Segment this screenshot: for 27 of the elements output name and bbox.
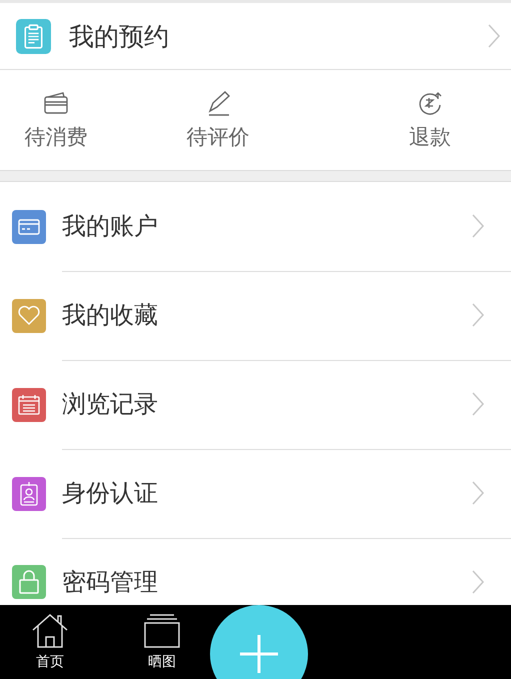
- status-shortcut[interactable]: 待消费: [0, 70, 137, 170]
- menu-item[interactable]: 我的账户: [0, 182, 511, 271]
- plus-icon: [239, 634, 279, 674]
- home-icon: [30, 613, 70, 649]
- section-title: 我的预约: [69, 20, 170, 52]
- menu-item[interactable]: 我的收藏: [0, 271, 511, 360]
- menu-label: 我的收藏: [62, 300, 159, 331]
- tab-item[interactable]: 首页: [10, 613, 90, 671]
- chevron-icon: [487, 23, 501, 49]
- menu-item[interactable]: 浏览记录: [0, 360, 511, 449]
- chevron-icon: [471, 302, 485, 328]
- menu-label: 我的账户: [62, 211, 159, 242]
- menu-item[interactable]: 身份认证: [0, 449, 511, 538]
- tab-item[interactable]: 晒图: [122, 613, 202, 671]
- menu-label: 密码管理: [62, 567, 159, 598]
- photos-icon: [142, 613, 182, 649]
- menu-label: 浏览记录: [62, 389, 159, 420]
- chevron-icon: [471, 391, 485, 417]
- appointments-row[interactable]: 我的预约: [0, 3, 511, 70]
- status-shortcut[interactable]: 退款: [349, 70, 511, 170]
- status-shortcut[interactable]: 待评价: [137, 70, 299, 170]
- chevron-icon: [471, 569, 485, 595]
- menu-label: 身份认证: [62, 478, 159, 509]
- clipboard-icon: [16, 18, 51, 54]
- chevron-icon: [471, 480, 485, 506]
- menu-item[interactable]: 密码管理: [0, 538, 511, 600]
- chevron-icon: [471, 213, 485, 239]
